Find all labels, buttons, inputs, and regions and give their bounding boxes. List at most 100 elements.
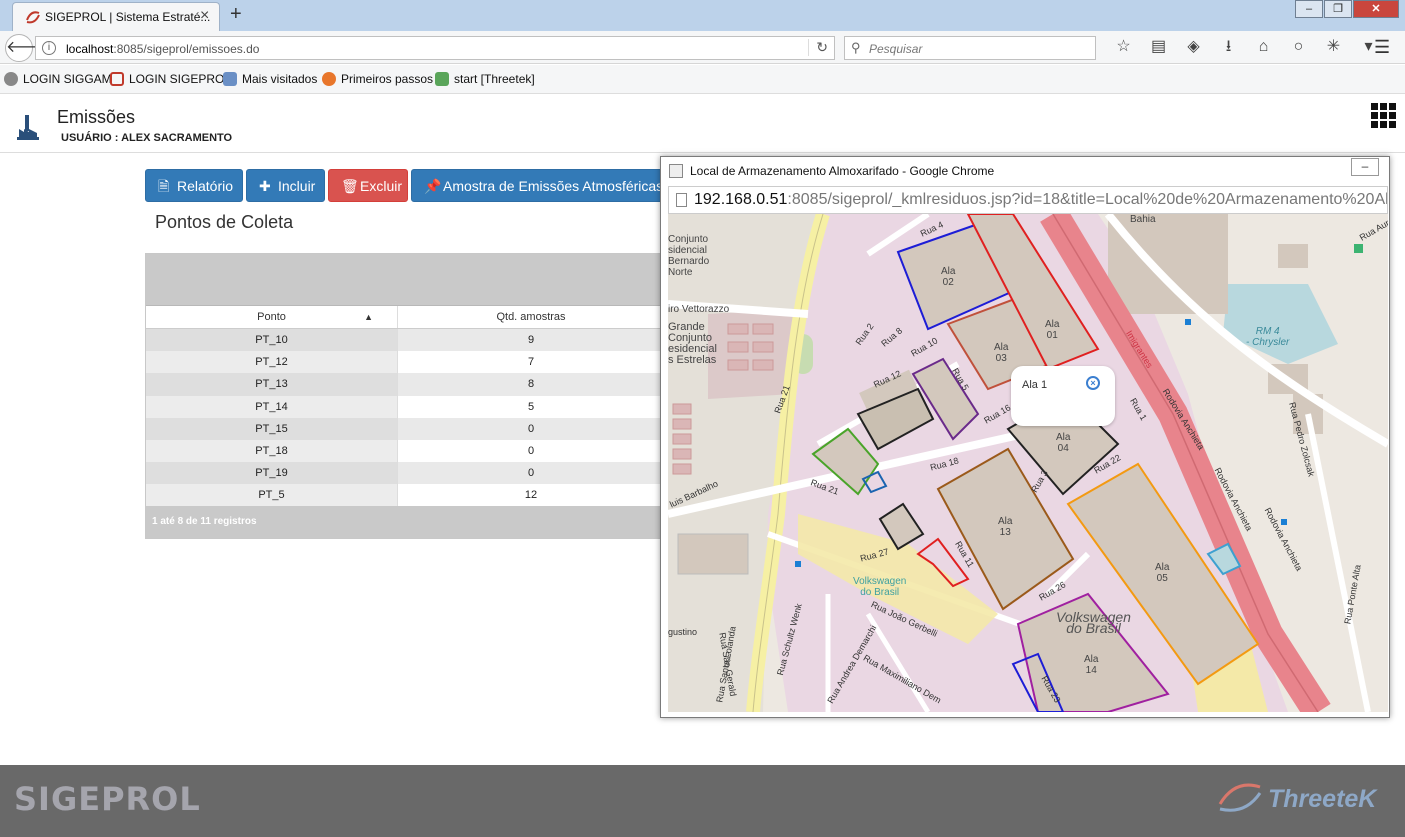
user-label: USUÁRIO : ALEX SACRAMENTO bbox=[61, 132, 233, 144]
home-icon[interactable]: ⌂ bbox=[1246, 37, 1281, 57]
info-window-text: Ala 1 bbox=[1022, 379, 1048, 391]
map-label-ala13: Ala 13 bbox=[998, 516, 1013, 538]
excluir-button[interactable]: 🗑 Excluir bbox=[328, 169, 408, 202]
tab-close-icon[interactable]: × bbox=[200, 7, 209, 25]
cell-qtd: 9 bbox=[398, 329, 664, 352]
column-ponto[interactable]: Ponto ▲ bbox=[146, 306, 398, 328]
map-view[interactable]: Ala 02 Ala 03 Ala 01 Ala 04 Ala 13 Ala 05 Ala 1… bbox=[668, 214, 1388, 712]
map-label-ala05: Ala 05 bbox=[1155, 562, 1170, 584]
bookmark-mais-visitados[interactable]: Mais visitados bbox=[223, 72, 317, 86]
trash-icon: 🗑 bbox=[341, 178, 359, 194]
cell-ponto: PT_13 bbox=[146, 373, 398, 396]
browser-tab-bar: SIGEPROL | Sistema Estraté... × + – ❐ ✕ bbox=[0, 0, 1405, 31]
document-icon: 🗎 bbox=[158, 178, 170, 194]
map-label-bahia: Bahia bbox=[1130, 214, 1156, 225]
reading-list-icon[interactable]: ▤ bbox=[1141, 37, 1176, 57]
amostra-label: Amostra de Emissões Atmosféricas bbox=[443, 178, 664, 194]
cell-ponto: PT_14 bbox=[146, 395, 398, 418]
cell-qtd: 8 bbox=[398, 373, 664, 396]
bookmark-login-sigeprol[interactable]: LOGIN SIGEPROL bbox=[110, 72, 231, 86]
factory-emission-icon bbox=[17, 115, 39, 140]
threetek-icon bbox=[435, 72, 449, 86]
chat-bubble-icon[interactable]: ○ bbox=[1281, 37, 1316, 57]
threetek-logo-mark-icon bbox=[1218, 783, 1262, 812]
map-label-ala14: Ala 14 bbox=[1084, 654, 1099, 676]
map-label-conjunto: Conjunto sidencial Bernardo Norte bbox=[668, 234, 710, 278]
cell-ponto: PT_10 bbox=[146, 329, 398, 352]
minimize-icon[interactable]: – bbox=[1295, 0, 1323, 18]
bookmark-primeiros-passos[interactable]: Primeiros passos bbox=[322, 72, 433, 86]
url-path: :8085/sigeprol/emissoes.do bbox=[113, 42, 260, 56]
document-icon bbox=[676, 193, 687, 207]
threetek-logo: ThreeteK bbox=[1268, 785, 1377, 813]
pocket-icon[interactable]: ◈ bbox=[1176, 37, 1211, 57]
search-icon: ⚲ bbox=[851, 40, 861, 55]
table-toolbar bbox=[146, 254, 664, 306]
globe-icon bbox=[4, 72, 18, 86]
popup-title: Local de Armazenamento Almoxarifado - Go… bbox=[690, 164, 995, 178]
bookmark-label: LOGIN SIGEPROL bbox=[129, 72, 232, 86]
cell-qtd: 0 bbox=[398, 417, 664, 440]
minimize-icon[interactable]: – bbox=[1351, 158, 1379, 176]
relatorio-label: Relatório bbox=[177, 178, 234, 194]
download-icon[interactable]: ⭳ bbox=[1211, 37, 1246, 57]
apps-grid-icon[interactable] bbox=[1371, 103, 1396, 128]
close-icon[interactable]: × bbox=[1086, 376, 1100, 390]
column-qtd-label: Qtd. amostras bbox=[496, 311, 566, 323]
plus-icon: ✚ bbox=[259, 178, 271, 194]
incluir-label: Incluir bbox=[278, 178, 316, 194]
extension-icon[interactable]: ✳ bbox=[1316, 37, 1351, 57]
table-row[interactable]: PT_15 0 bbox=[146, 417, 664, 440]
browser-tab[interactable]: SIGEPROL | Sistema Estraté... × bbox=[12, 2, 220, 31]
site-info-icon[interactable]: i bbox=[42, 41, 56, 55]
browser-nav-bar: 🡐 i localhost:8085/sigeprol/emissoes.do … bbox=[0, 31, 1405, 64]
relatorio-button[interactable]: 🗎 Relatório bbox=[145, 169, 243, 202]
map-label-vw: Volkswagen do Brasil bbox=[1056, 609, 1131, 636]
sigeprol-logo: SIGEPROL bbox=[14, 780, 201, 818]
pin-icon: 📌 bbox=[424, 178, 442, 194]
bookmark-login-siggam[interactable]: LOGIN SIGGAM bbox=[4, 72, 112, 86]
table-row[interactable]: PT_19 0 bbox=[146, 462, 664, 485]
table-row[interactable]: PT_10 9 bbox=[146, 329, 664, 352]
maximize-icon[interactable]: ❐ bbox=[1324, 0, 1352, 18]
bookmark-start-threetek[interactable]: start [Threetek] bbox=[435, 72, 535, 86]
search-box[interactable]: ⚲ Pesquisar bbox=[844, 36, 1096, 60]
firefox-icon bbox=[322, 72, 336, 86]
new-tab-icon[interactable]: + bbox=[230, 3, 242, 26]
cell-qtd: 12 bbox=[398, 484, 664, 507]
map-label-agostino: gustino bbox=[668, 627, 698, 637]
map-label-grande: Grande Conjunto esidencial s Estrelas bbox=[668, 321, 717, 366]
map-label-ala01: Ala 01 bbox=[1045, 319, 1060, 341]
sigeprol-icon bbox=[110, 72, 124, 86]
popup-address-bar[interactable]: 192.168.0.51:8085/sigeprol/_kmlresiduos.… bbox=[668, 186, 1388, 214]
table-header: Ponto ▲ Qtd. amostras bbox=[146, 306, 664, 329]
back-arrow-icon[interactable]: 🡐 bbox=[5, 34, 49, 62]
reload-icon[interactable]: ↻ bbox=[808, 39, 828, 56]
tab-title: SIGEPROL | Sistema Estraté... bbox=[45, 10, 211, 24]
table-row[interactable]: PT_13 8 bbox=[146, 373, 664, 396]
popup-url-host: 192.168.0.51 bbox=[694, 191, 788, 208]
cell-qtd: 7 bbox=[398, 351, 664, 374]
url-host: localhost bbox=[66, 42, 114, 56]
page-footer: SIGEPROL ThreeteK bbox=[0, 765, 1405, 837]
table-row[interactable]: PT_14 5 bbox=[146, 395, 664, 418]
hamburger-menu-icon[interactable]: ☰ bbox=[1374, 37, 1390, 58]
address-bar[interactable]: i localhost:8085/sigeprol/emissoes.do ↻ bbox=[35, 36, 835, 60]
window-controls: – ❐ ✕ bbox=[1294, 0, 1399, 18]
bookmark-label: LOGIN SIGGAM bbox=[23, 72, 112, 86]
bookmark-label: Mais visitados bbox=[242, 72, 318, 86]
bookmark-star-icon[interactable]: ☆ bbox=[1106, 37, 1141, 57]
column-qtd[interactable]: Qtd. amostras bbox=[398, 306, 664, 328]
close-window-icon[interactable]: ✕ bbox=[1353, 0, 1399, 18]
bookmark-label: start [Threetek] bbox=[454, 72, 535, 86]
cell-qtd: 0 bbox=[398, 462, 664, 485]
incluir-button[interactable]: ✚ Incluir bbox=[246, 169, 325, 202]
table-row[interactable]: PT_5 12 bbox=[146, 484, 664, 507]
amostra-button[interactable]: 📌 Amostra de Emissões Atmosféricas bbox=[411, 169, 663, 202]
table-row[interactable]: PT_12 7 bbox=[146, 351, 664, 374]
map-info-window[interactable]: Ala 1 × bbox=[1011, 366, 1115, 426]
map-popup-window[interactable]: Local de Armazenamento Almoxarifado - Go… bbox=[660, 156, 1390, 718]
table-row[interactable]: PT_18 0 bbox=[146, 439, 664, 463]
map-canvas[interactable] bbox=[668, 214, 1388, 712]
popup-titlebar: Local de Armazenamento Almoxarifado - Go… bbox=[661, 157, 1389, 185]
